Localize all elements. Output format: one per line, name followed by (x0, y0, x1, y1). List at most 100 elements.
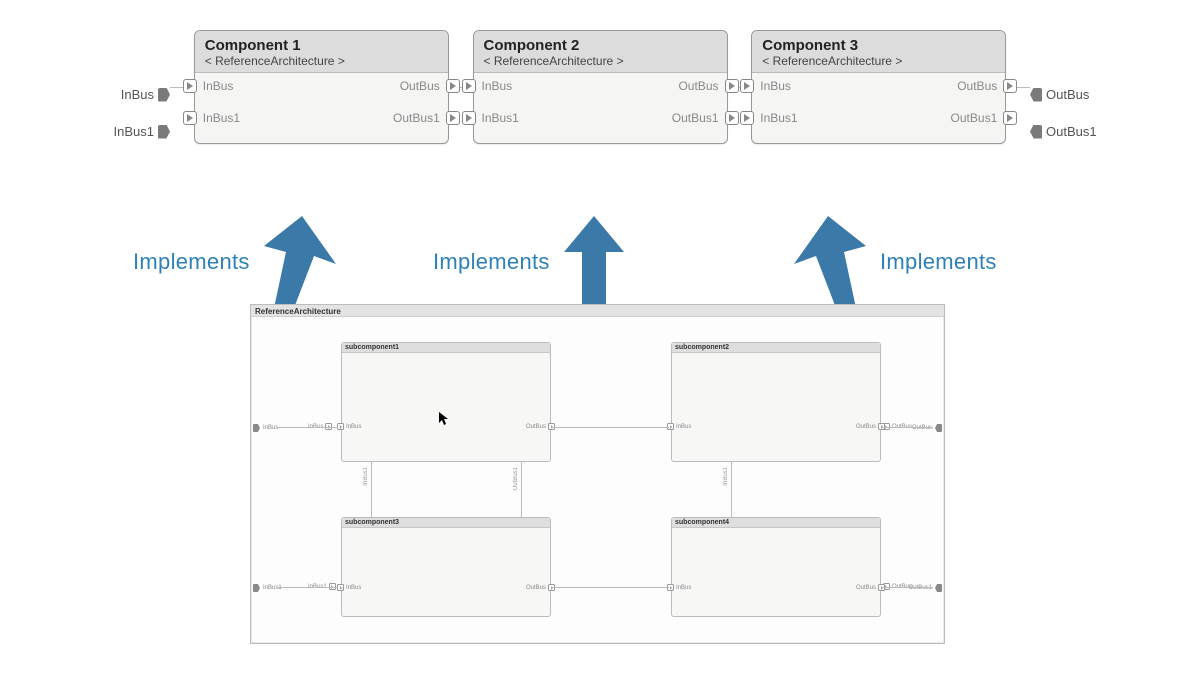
port-label: InBus1 (482, 111, 519, 125)
port-label: OutBus (1046, 87, 1089, 102)
port-label: InBus (346, 424, 361, 430)
port-triangle-icon (725, 79, 739, 93)
component-body: InBus InBus1 OutBus OutBus1 (752, 73, 1005, 143)
out-port[interactable]: OutBus1 (393, 111, 460, 125)
outport-icon (935, 584, 942, 592)
subcomponent-title: subcomponent2 (672, 343, 880, 353)
port-triangle-icon (337, 584, 344, 591)
port-label: OutBus (678, 79, 718, 93)
subcomponent-block[interactable]: subcomponent1 InBus OutBus (341, 342, 551, 462)
in-port[interactable]: InBus1 (183, 111, 240, 125)
port-label: InBus1 (203, 111, 240, 125)
component-title: Component 2 (484, 37, 717, 54)
component-block[interactable]: Component 2 < ReferenceArchitecture > In… (473, 30, 728, 144)
port-label: OutBus (526, 585, 546, 591)
component-header: Component 1 < ReferenceArchitecture > (195, 31, 448, 73)
in-port[interactable]: InBus (337, 423, 361, 430)
component-block[interactable]: Component 3 < ReferenceArchitecture > In… (751, 30, 1006, 144)
wire (883, 427, 933, 428)
implements-label: Implements (133, 249, 250, 275)
port-label: InBus (676, 424, 691, 430)
in-port[interactable]: InBus (667, 423, 691, 430)
component-body: InBus InBus1 OutBus OutBus1 (195, 73, 448, 143)
subcomponent-block[interactable]: subcomponent2 InBus OutBus (671, 342, 881, 462)
port-label-vertical: InBus1 (363, 467, 369, 486)
component-header: Component 2 < ReferenceArchitecture > (474, 31, 727, 73)
component-stereo: < ReferenceArchitecture > (484, 54, 717, 68)
out-port[interactable]: OutBus (856, 423, 885, 430)
port-label: OutBus1 (951, 111, 998, 125)
in-port[interactable]: InBus (740, 79, 797, 93)
port-triangle-icon (725, 111, 739, 125)
implements-group: Implements (133, 216, 342, 308)
component-row: InBus InBus1 Component 1 < ReferenceArch… (100, 30, 1100, 144)
port-triangle-icon (1003, 111, 1017, 125)
subcomponent-title: subcomponent1 (342, 343, 550, 353)
out-port[interactable]: OutBus (400, 79, 460, 93)
in-port[interactable]: InBus1 (462, 111, 519, 125)
port-label: InBus1 (114, 124, 154, 139)
external-inports: InBus InBus1 (100, 87, 170, 139)
port-triangle-icon (183, 79, 197, 93)
in-port[interactable]: InBus (462, 79, 519, 93)
ref-arch-canvas: InBus InBus1 OutBus OutBus1 InBus InBus1… (251, 317, 944, 643)
port-label: InBus (346, 585, 361, 591)
port-triangle-icon (1003, 79, 1017, 93)
component-block[interactable]: Component 1 < ReferenceArchitecture > In… (194, 30, 449, 144)
port-triangle-icon (337, 423, 344, 430)
outport-icon (935, 424, 942, 432)
port-label: OutBus (856, 424, 876, 430)
port-label: OutBus (526, 424, 546, 430)
wire (521, 462, 522, 517)
component-stereo: < ReferenceArchitecture > (762, 54, 995, 68)
port-label: InBus (676, 585, 691, 591)
ext-outport: OutBus1 (909, 584, 942, 592)
component-header: Component 3 < ReferenceArchitecture > (752, 31, 1005, 73)
port-label: InBus (760, 79, 791, 93)
wire (278, 587, 338, 588)
port-label: OutBus1 (672, 111, 719, 125)
wire (551, 587, 669, 588)
ext-inport: InBus (253, 424, 278, 432)
implements-label: Implements (433, 249, 550, 275)
implements-area: Implements Implements Implements (0, 190, 1200, 300)
reference-architecture-panel[interactable]: ReferenceArchitecture InBus InBus1 OutBu… (250, 304, 945, 644)
out-port[interactable]: OutBus (856, 584, 885, 591)
out-port[interactable]: OutBus (678, 79, 738, 93)
port-label: InBus1 (263, 585, 282, 591)
ext-outport: OutBus1 (1030, 124, 1100, 139)
in-port[interactable]: InBus (667, 584, 691, 591)
subcomponent-block[interactable]: subcomponent3 InBus OutBus (341, 517, 551, 617)
arrow-up-right-icon (788, 216, 866, 308)
ext-inport: InBus (100, 87, 170, 102)
implements-label: Implements (880, 249, 997, 275)
implements-group: Implements (433, 216, 624, 308)
port-triangle-icon (740, 111, 754, 125)
port-label: OutBus (957, 79, 997, 93)
subcomponent-block[interactable]: subcomponent4 InBus OutBus (671, 517, 881, 617)
in-port[interactable]: InBus1 (740, 111, 797, 125)
external-outports: OutBus OutBus1 (1030, 87, 1100, 139)
ext-inport: InBus1 (100, 124, 170, 139)
wire (883, 587, 933, 588)
port-label: InBus (482, 79, 513, 93)
out-port[interactable]: OutBus (957, 79, 1017, 93)
port-label: OutBus (400, 79, 440, 93)
outport-icon (1030, 88, 1042, 102)
port-label: InBus (263, 425, 278, 431)
port-label: OutBus1 (909, 585, 932, 591)
inport-icon (158, 125, 170, 139)
component-title: Component 3 (762, 37, 995, 54)
component-stereo: < ReferenceArchitecture > (205, 54, 438, 68)
in-port[interactable]: InBus (337, 584, 361, 591)
port-triangle-icon (183, 111, 197, 125)
in-port[interactable]: InBus (183, 79, 240, 93)
arrow-up-icon (564, 216, 624, 308)
out-port[interactable]: OutBus1 (951, 111, 1018, 125)
wire (278, 427, 338, 428)
arrow-up-left-icon (264, 216, 342, 308)
out-port[interactable]: OutBus1 (672, 111, 739, 125)
ext-inport: InBus1 (253, 584, 282, 592)
port-label: InBus (121, 87, 154, 102)
outport-icon (1030, 125, 1042, 139)
